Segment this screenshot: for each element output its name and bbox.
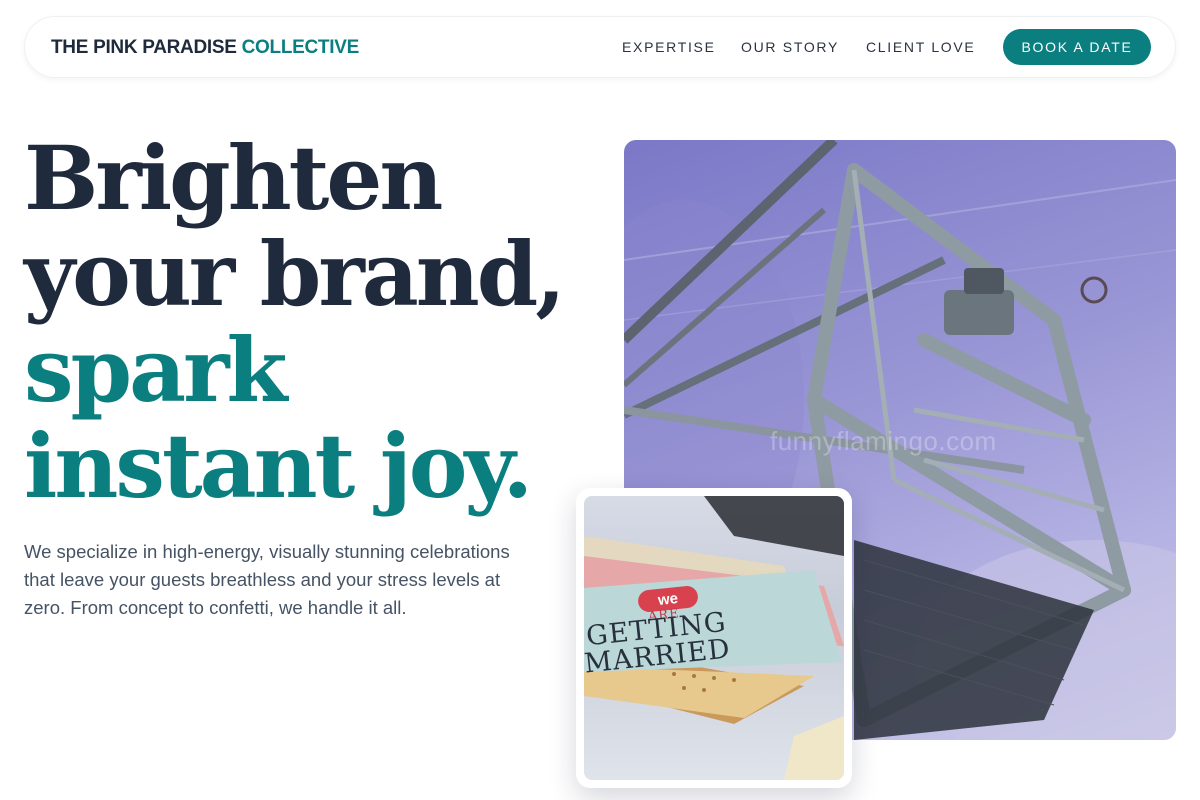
invitation-cards-illustration — [584, 496, 844, 780]
headline-line-4: instant joy. — [24, 414, 533, 518]
nav-link-expertise[interactable]: EXPERTISE — [622, 39, 716, 55]
nav-link-client-love[interactable]: CLIENT LOVE — [866, 39, 975, 55]
brand-name-accent: COLLECTIVE — [241, 37, 360, 58]
nav-link-our-story[interactable]: OUR STORY — [741, 39, 839, 55]
brand-name-primary: THE PINK PARADISE — [51, 37, 237, 58]
headline-line-2: your brand, — [24, 222, 566, 326]
top-navbar: THE PINK PARADISE COLLECTIVE EXPERTISE O… — [24, 16, 1176, 78]
hero-headline: Brighten your brand, spark instant joy. — [24, 126, 566, 518]
brand-logo[interactable]: THE PINK PARADISE COLLECTIVE — [51, 37, 359, 59]
photo-watermark: funnyflamingo.com — [770, 426, 997, 456]
headline-line-3: spark — [24, 318, 287, 422]
headline-line-1: Brighten — [24, 126, 443, 230]
card-photo-image: we ARE GETTING MARRIED — [584, 496, 844, 780]
hero-subcopy: We specialize in high-energy, visually s… — [24, 541, 510, 618]
hero-card-photo: we ARE GETTING MARRIED — [576, 488, 852, 788]
book-a-date-button[interactable]: BOOK A DATE — [1003, 29, 1151, 65]
